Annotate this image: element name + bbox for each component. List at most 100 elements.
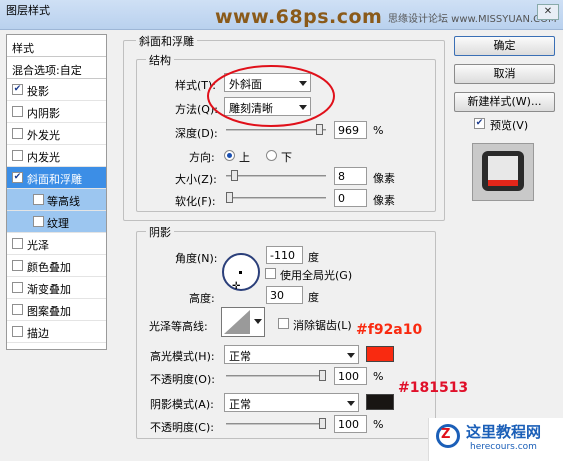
ok-button[interactable]: 确定	[454, 36, 555, 56]
size-unit: 像素	[373, 172, 395, 185]
direction-down-label: 下	[281, 151, 292, 164]
cancel-button[interactable]: 取消	[454, 64, 555, 84]
highlight-opacity-unit: %	[373, 370, 384, 383]
slider-thumb[interactable]	[319, 370, 326, 381]
altitude-input[interactable]: 30	[266, 286, 303, 304]
highlight-hex-annotation: #f92a10	[356, 322, 423, 338]
style-checkbox[interactable]	[33, 216, 44, 227]
soften-label: 软化(F):	[175, 195, 216, 208]
style-list-item-label: 内阴影	[27, 107, 60, 120]
style-list-item[interactable]: 纹理	[7, 211, 106, 233]
angle-dial[interactable]	[222, 253, 260, 291]
shadow-opacity-input[interactable]: 100	[334, 415, 367, 433]
anti-aliased-checkbox[interactable]	[278, 318, 289, 329]
direction-label: 方向:	[189, 151, 215, 164]
shadow-opacity-unit: %	[373, 418, 384, 431]
style-checkbox[interactable]	[12, 304, 23, 315]
angle-label: 角度(N):	[175, 252, 218, 265]
soften-unit: 像素	[373, 194, 395, 207]
direction-down-radio[interactable]	[266, 150, 277, 161]
style-list-item-label: 描边	[27, 327, 49, 340]
forum-watermark: 思缘设计论坛 www.MISSYUAN.COM	[388, 14, 557, 25]
angle-input[interactable]: -110	[266, 246, 303, 264]
style-list-item[interactable]: 颜色叠加	[7, 255, 106, 277]
structure-title: 结构	[146, 52, 174, 68]
highlight-mode-label: 高光模式(H):	[150, 350, 215, 363]
preview-checkbox[interactable]: ✔	[474, 118, 485, 129]
style-checkbox[interactable]	[12, 326, 23, 337]
slider-thumb[interactable]	[226, 192, 233, 203]
angle-unit: 度	[308, 251, 319, 264]
size-input[interactable]: 8	[334, 167, 367, 185]
slider-thumb[interactable]	[319, 418, 326, 429]
style-checkbox[interactable]	[12, 106, 23, 117]
style-list-item-label: 斜面和浮雕	[27, 173, 82, 186]
direction-up-radio[interactable]	[224, 150, 235, 161]
depth-slider[interactable]	[226, 124, 326, 135]
preview-label: 预览(V)	[490, 119, 529, 132]
style-list-item[interactable]: 等高线	[7, 189, 106, 211]
slider-track	[226, 129, 326, 131]
style-list-item-label: 渐变叠加	[27, 283, 71, 296]
shadow-opacity-slider[interactable]	[226, 418, 326, 429]
shadow-mode-value: 正常	[229, 398, 251, 411]
depth-input[interactable]: 969	[334, 121, 367, 139]
style-checkbox[interactable]: ✔	[12, 84, 23, 95]
style-list-item[interactable]: 光泽	[7, 233, 106, 255]
style-list-item[interactable]: 图案叠加	[7, 299, 106, 321]
style-list-item[interactable]: 外发光	[7, 123, 106, 145]
bevel-title: 斜面和浮雕	[136, 33, 197, 49]
highlight-color-swatch[interactable]	[366, 346, 394, 362]
shadow-mode-label: 阴影模式(A):	[150, 398, 214, 411]
style-checkbox[interactable]	[12, 260, 23, 271]
slider-thumb[interactable]	[316, 124, 323, 135]
altitude-unit: 度	[308, 291, 319, 304]
shadow-hex-annotation: #181513	[398, 380, 469, 396]
style-list-item[interactable]: 描边	[7, 321, 106, 343]
red-highlight-ellipse	[207, 65, 335, 127]
slider-track	[226, 197, 326, 199]
size-slider[interactable]	[226, 170, 326, 181]
preview-swatch-icon	[482, 151, 524, 191]
style-list-header[interactable]: 样式	[7, 35, 106, 57]
gloss-contour-picker[interactable]	[221, 307, 265, 337]
highlight-opacity-slider[interactable]	[226, 370, 326, 381]
style-list-item[interactable]: 内发光	[7, 145, 106, 167]
window-title: 图层样式	[6, 4, 50, 17]
close-button[interactable]: ✕	[537, 4, 559, 20]
site-watermark: www.68ps.com	[215, 6, 383, 28]
logo-url: herecours.com	[470, 442, 537, 452]
style-checkbox[interactable]	[12, 150, 23, 161]
style-list-item-label: 光泽	[27, 239, 49, 252]
blend-options-item[interactable]: 混合选项:自定	[7, 57, 106, 79]
highlight-mode-dropdown[interactable]: 正常	[224, 345, 359, 364]
style-checkbox[interactable]: ✔	[12, 172, 23, 183]
style-checkbox[interactable]	[12, 128, 23, 139]
shadow-color-swatch[interactable]	[366, 394, 394, 410]
contour-curve-icon	[224, 310, 250, 334]
style-list-item-label: 投影	[27, 85, 49, 98]
slider-track	[226, 175, 326, 177]
style-list-item[interactable]: 内阴影	[7, 101, 106, 123]
angle-dial-dot	[239, 271, 242, 274]
soften-input[interactable]: 0	[334, 189, 367, 207]
style-checkbox[interactable]	[12, 282, 23, 293]
style-preview	[472, 143, 534, 201]
direction-up-label: 上	[239, 151, 250, 164]
shadow-mode-dropdown[interactable]: 正常	[224, 393, 359, 412]
chevron-down-icon	[254, 319, 262, 324]
style-list-item[interactable]: ✔ 斜面和浮雕	[7, 167, 106, 189]
new-style-button[interactable]: 新建样式(W)...	[454, 92, 555, 112]
slider-thumb[interactable]	[231, 170, 238, 181]
checkmark-icon: ✔	[475, 118, 484, 128]
altitude-label: 高度:	[189, 292, 215, 305]
style-checkbox[interactable]	[33, 194, 44, 205]
global-light-checkbox[interactable]	[265, 268, 276, 279]
style-checkbox[interactable]	[12, 238, 23, 249]
highlight-opacity-input[interactable]: 100	[334, 367, 367, 385]
shading-title: 阴影	[146, 224, 174, 240]
style-list-item[interactable]: 渐变叠加	[7, 277, 106, 299]
style-list-item[interactable]: ✔ 投影	[7, 79, 106, 101]
soften-slider[interactable]	[226, 192, 326, 203]
slider-track	[226, 423, 326, 425]
